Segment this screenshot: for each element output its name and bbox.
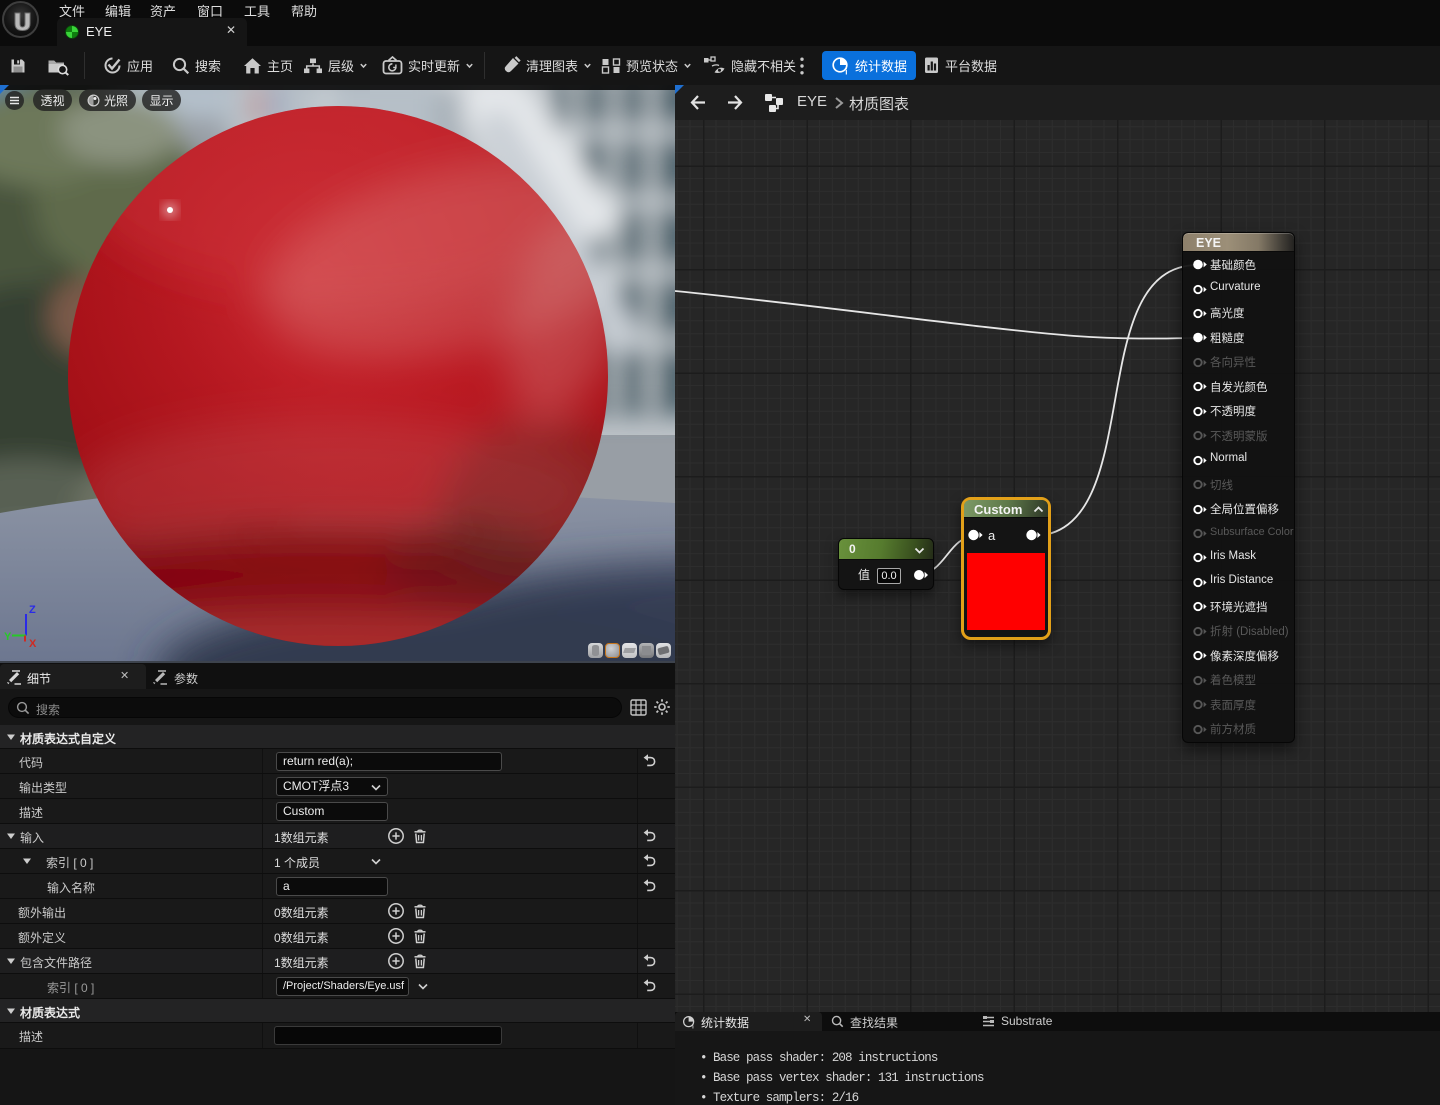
svg-text:Y: Y <box>4 631 12 643</box>
svg-text:i: i <box>692 1024 694 1028</box>
svg-text:X: X <box>29 638 37 650</box>
svg-text:i: i <box>845 68 847 76</box>
svg-text:Z: Z <box>29 604 36 616</box>
